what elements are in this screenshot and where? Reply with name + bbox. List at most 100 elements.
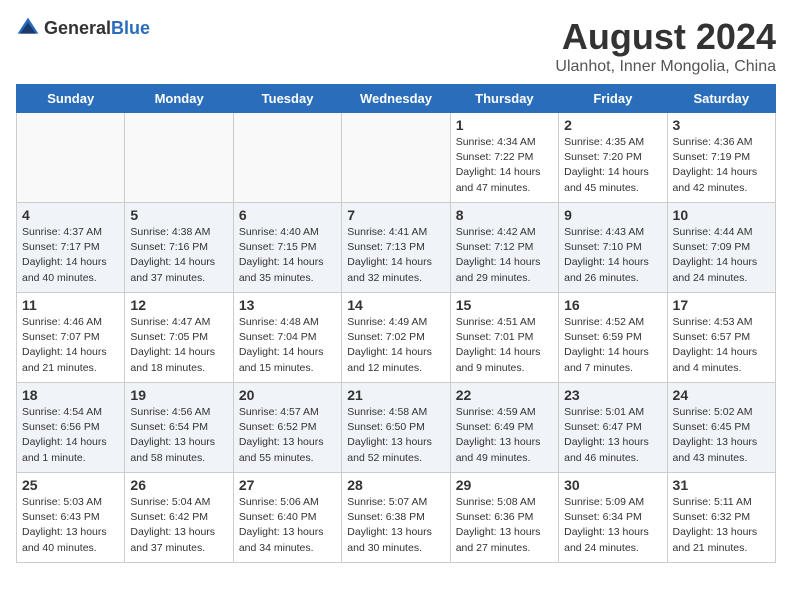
main-title: August 2024 (555, 16, 776, 58)
calendar-cell: 19 Sunrise: 4:56 AMSunset: 6:54 PMDayligh… (125, 383, 233, 473)
calendar-cell: 31Sunrise: 5:11 AMSunset: 6:32 PMDayligh… (667, 473, 775, 563)
calendar-cell: 10 Sunrise: 4:44 AMSunset: 7:09 PMDayligh… (667, 203, 775, 293)
day-info: Sunrise: 4:53 AMSunset: 6:57 PMDaylight:… (673, 315, 770, 376)
week-row-3: 11Sunrise: 4:46 AMSunset: 7:07 PMDayligh… (17, 293, 776, 383)
day-info: Sunrise: 5:01 AMSunset: 6:47 PMDaylight:… (564, 405, 661, 466)
calendar-cell (233, 113, 341, 203)
day-number: 20 (239, 387, 336, 403)
day-number: 26 (130, 477, 227, 493)
title-area: August 2024 Ulanhot, Inner Mongolia, Chi… (555, 16, 776, 76)
calendar-cell: 27 Sunrise: 5:06 AMSunset: 6:40 PMDayligh… (233, 473, 341, 563)
day-number: 21 (347, 387, 444, 403)
logo-blue: Blue (111, 18, 150, 38)
calendar-cell: 8Sunrise: 4:42 AMSunset: 7:12 PMDaylight… (450, 203, 558, 293)
day-info: Sunrise: 5:02 AMSunset: 6:45 PMDaylight:… (673, 405, 770, 466)
day-info: Sunrise: 4:37 AMSunset: 7:17 PMDaylight:… (22, 225, 119, 286)
logo-general: General (44, 18, 111, 38)
day-number: 17 (673, 297, 770, 313)
calendar-cell: 20 Sunrise: 4:57 AMSunset: 6:52 PMDayligh… (233, 383, 341, 473)
day-header-monday: Monday (125, 85, 233, 113)
day-info: Sunrise: 5:03 AMSunset: 6:43 PMDaylight:… (22, 495, 119, 556)
day-header-tuesday: Tuesday (233, 85, 341, 113)
calendar-cell: 17 Sunrise: 4:53 AMSunset: 6:57 PMDayligh… (667, 293, 775, 383)
week-row-1: 1 Sunrise: 4:34 AMSunset: 7:22 PMDaylight… (17, 113, 776, 203)
day-info: Sunrise: 4:34 AMSunset: 7:22 PMDaylight:… (456, 135, 553, 196)
day-number: 10 (673, 207, 770, 223)
day-number: 14 (347, 297, 444, 313)
day-info: Sunrise: 4:49 AMSunset: 7:02 PMDaylight:… (347, 315, 444, 376)
day-info: Sunrise: 5:09 AMSunset: 6:34 PMDaylight:… (564, 495, 661, 556)
calendar-cell: 11Sunrise: 4:46 AMSunset: 7:07 PMDayligh… (17, 293, 125, 383)
calendar-cell: 28 Sunrise: 5:07 AMSunset: 6:38 PMDayligh… (342, 473, 450, 563)
calendar-cell: 21 Sunrise: 4:58 AMSunset: 6:50 PMDayligh… (342, 383, 450, 473)
calendar-cell: 30Sunrise: 5:09 AMSunset: 6:34 PMDayligh… (559, 473, 667, 563)
calendar-cell: 4 Sunrise: 4:37 AMSunset: 7:17 PMDaylight… (17, 203, 125, 293)
day-info: Sunrise: 4:44 AMSunset: 7:09 PMDaylight:… (673, 225, 770, 286)
calendar-body: 1 Sunrise: 4:34 AMSunset: 7:22 PMDaylight… (17, 113, 776, 563)
week-row-5: 25 Sunrise: 5:03 AMSunset: 6:43 PMDayligh… (17, 473, 776, 563)
day-number: 22 (456, 387, 553, 403)
day-number: 25 (22, 477, 119, 493)
day-info: Sunrise: 4:47 AMSunset: 7:05 PMDaylight:… (130, 315, 227, 376)
day-number: 27 (239, 477, 336, 493)
calendar-cell (17, 113, 125, 203)
day-info: Sunrise: 4:57 AMSunset: 6:52 PMDaylight:… (239, 405, 336, 466)
calendar-header-row: SundayMondayTuesdayWednesdayThursdayFrid… (17, 85, 776, 113)
calendar-cell: 9 Sunrise: 4:43 AMSunset: 7:10 PMDaylight… (559, 203, 667, 293)
day-info: Sunrise: 4:52 AMSunset: 6:59 PMDaylight:… (564, 315, 661, 376)
day-info: Sunrise: 5:06 AMSunset: 6:40 PMDaylight:… (239, 495, 336, 556)
day-number: 19 (130, 387, 227, 403)
day-info: Sunrise: 4:35 AMSunset: 7:20 PMDaylight:… (564, 135, 661, 196)
calendar-cell: 22Sunrise: 4:59 AMSunset: 6:49 PMDayligh… (450, 383, 558, 473)
calendar-cell: 1 Sunrise: 4:34 AMSunset: 7:22 PMDaylight… (450, 113, 558, 203)
calendar-cell: 3Sunrise: 4:36 AMSunset: 7:19 PMDaylight… (667, 113, 775, 203)
day-number: 15 (456, 297, 553, 313)
week-row-2: 4 Sunrise: 4:37 AMSunset: 7:17 PMDaylight… (17, 203, 776, 293)
day-header-sunday: Sunday (17, 85, 125, 113)
calendar-cell: 7Sunrise: 4:41 AMSunset: 7:13 PMDaylight… (342, 203, 450, 293)
day-number: 13 (239, 297, 336, 313)
day-info: Sunrise: 4:48 AMSunset: 7:04 PMDaylight:… (239, 315, 336, 376)
calendar-cell: 25 Sunrise: 5:03 AMSunset: 6:43 PMDayligh… (17, 473, 125, 563)
day-info: Sunrise: 4:58 AMSunset: 6:50 PMDaylight:… (347, 405, 444, 466)
day-number: 9 (564, 207, 661, 223)
day-number: 4 (22, 207, 119, 223)
calendar-cell (125, 113, 233, 203)
day-header-wednesday: Wednesday (342, 85, 450, 113)
day-number: 7 (347, 207, 444, 223)
calendar-cell: 18 Sunrise: 4:54 AMSunset: 6:56 PMDayligh… (17, 383, 125, 473)
day-header-saturday: Saturday (667, 85, 775, 113)
day-number: 12 (130, 297, 227, 313)
day-info: Sunrise: 5:04 AMSunset: 6:42 PMDaylight:… (130, 495, 227, 556)
day-number: 6 (239, 207, 336, 223)
day-number: 8 (456, 207, 553, 223)
subtitle: Ulanhot, Inner Mongolia, China (555, 58, 776, 76)
day-number: 31 (673, 477, 770, 493)
day-info: Sunrise: 4:43 AMSunset: 7:10 PMDaylight:… (564, 225, 661, 286)
calendar-cell: 29 Sunrise: 5:08 AMSunset: 6:36 PMDayligh… (450, 473, 558, 563)
day-number: 29 (456, 477, 553, 493)
day-info: Sunrise: 4:54 AMSunset: 6:56 PMDaylight:… (22, 405, 119, 466)
day-number: 23 (564, 387, 661, 403)
day-number: 1 (456, 117, 553, 133)
calendar-cell: 24 Sunrise: 5:02 AMSunset: 6:45 PMDayligh… (667, 383, 775, 473)
calendar-cell: 13 Sunrise: 4:48 AMSunset: 7:04 PMDayligh… (233, 293, 341, 383)
day-info: Sunrise: 4:56 AMSunset: 6:54 PMDaylight:… (130, 405, 227, 466)
day-info: Sunrise: 5:08 AMSunset: 6:36 PMDaylight:… (456, 495, 553, 556)
day-number: 16 (564, 297, 661, 313)
calendar-cell: 14 Sunrise: 4:49 AMSunset: 7:02 PMDayligh… (342, 293, 450, 383)
calendar-cell: 26 Sunrise: 5:04 AMSunset: 6:42 PMDayligh… (125, 473, 233, 563)
calendar-cell: 2Sunrise: 4:35 AMSunset: 7:20 PMDaylight… (559, 113, 667, 203)
day-info: Sunrise: 4:40 AMSunset: 7:15 PMDaylight:… (239, 225, 336, 286)
day-number: 24 (673, 387, 770, 403)
calendar-table: SundayMondayTuesdayWednesdayThursdayFrid… (16, 84, 776, 563)
day-number: 28 (347, 477, 444, 493)
day-info: Sunrise: 4:51 AMSunset: 7:01 PMDaylight:… (456, 315, 553, 376)
day-number: 3 (673, 117, 770, 133)
day-number: 18 (22, 387, 119, 403)
logo-icon (16, 16, 40, 40)
logo: GeneralBlue (16, 16, 150, 40)
day-info: Sunrise: 4:46 AMSunset: 7:07 PMDaylight:… (22, 315, 119, 376)
day-info: Sunrise: 5:07 AMSunset: 6:38 PMDaylight:… (347, 495, 444, 556)
header: GeneralBlue August 2024 Ulanhot, Inner M… (16, 16, 776, 76)
